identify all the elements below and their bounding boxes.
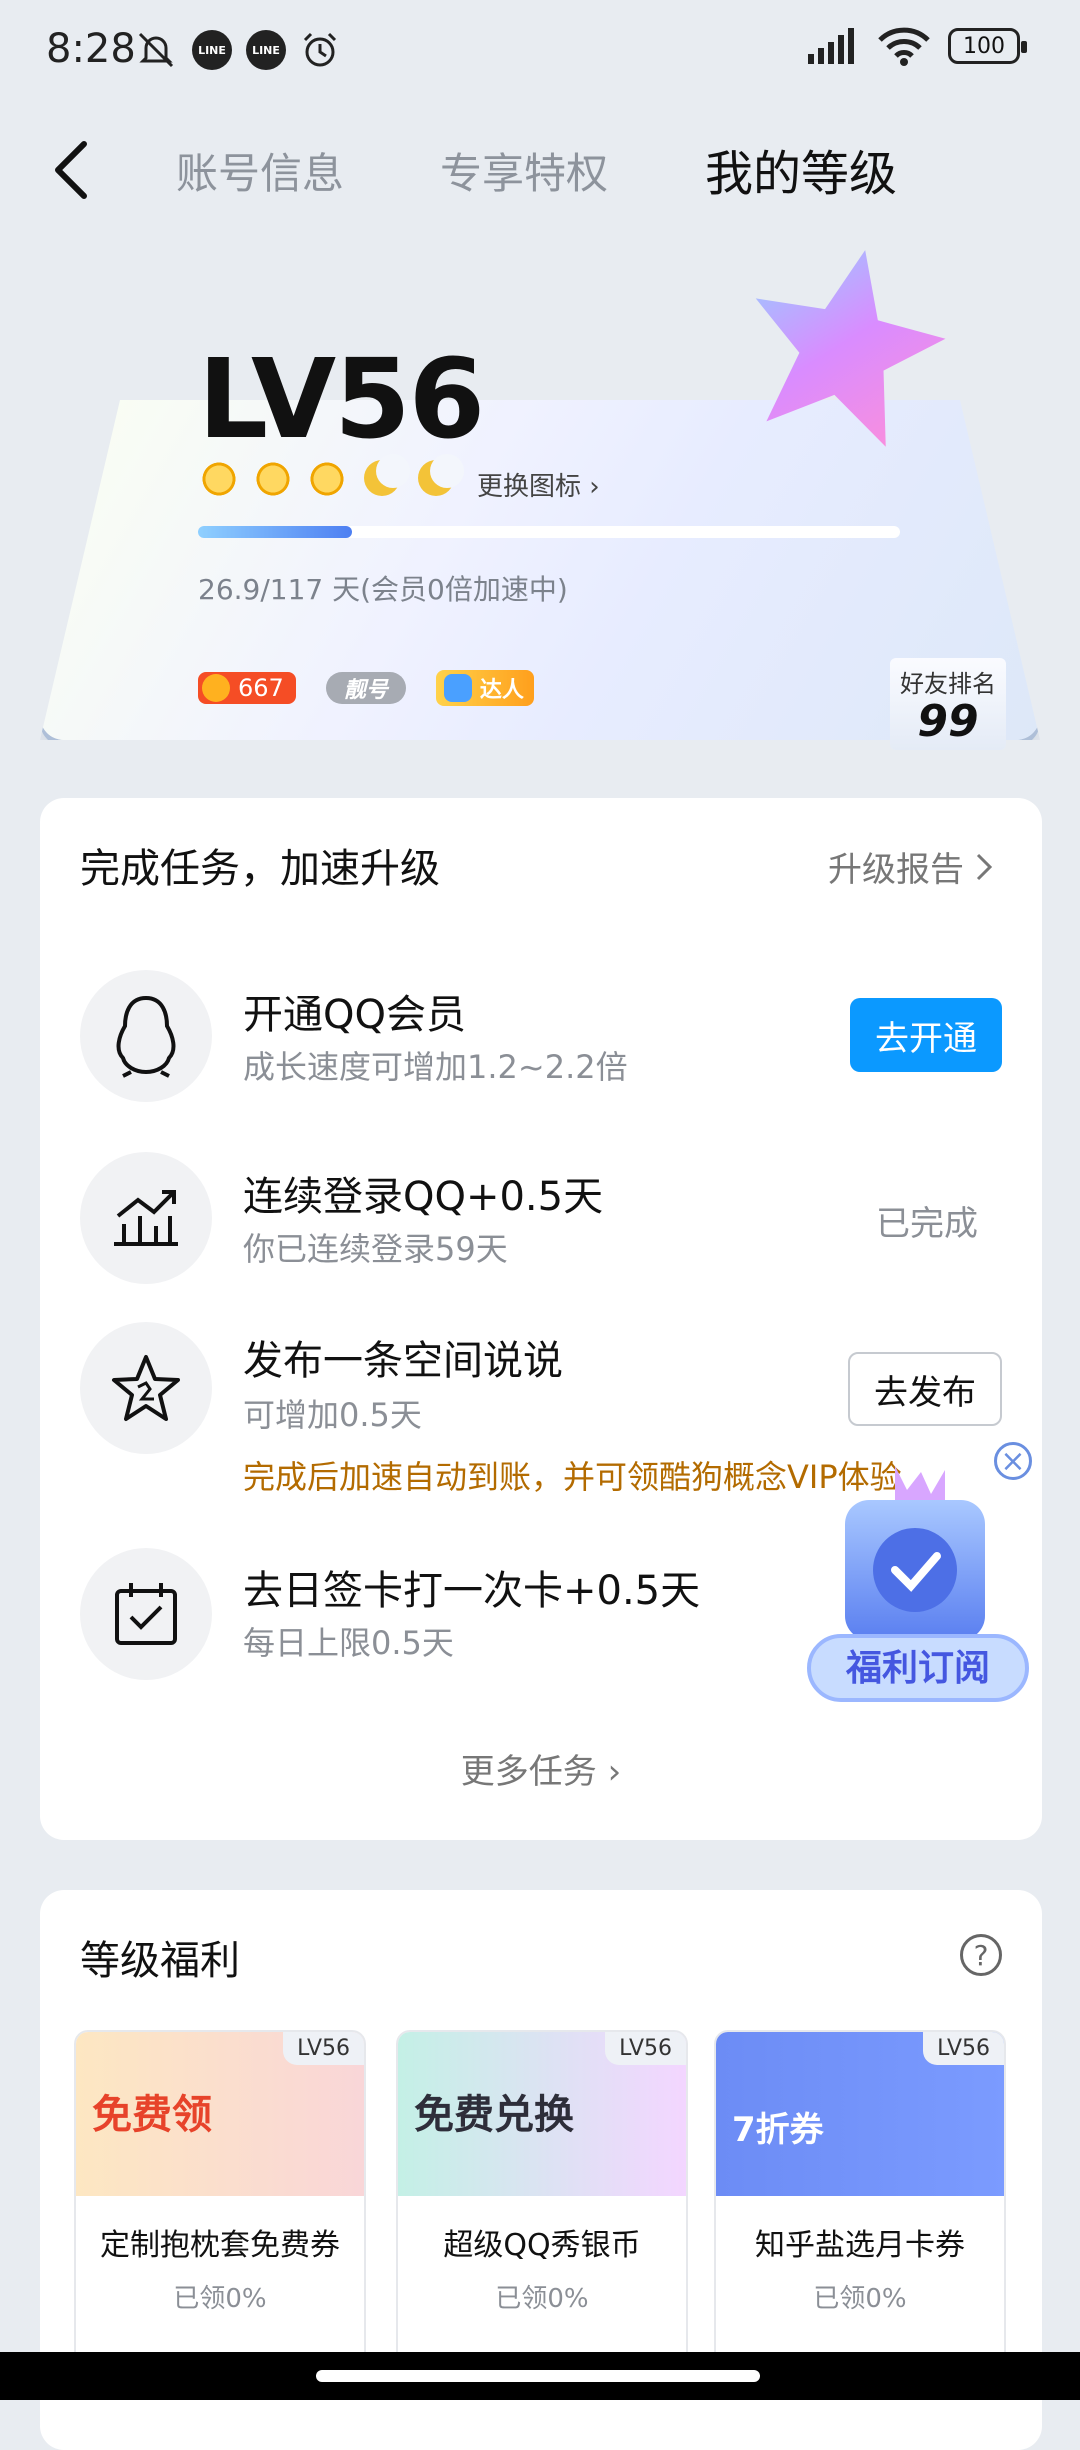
task-subtitle: 可增加0.5天	[243, 1396, 422, 1434]
penguin-icon	[80, 970, 212, 1102]
level-icons	[198, 454, 464, 500]
upgrade-report-label: 升级报告	[828, 850, 964, 890]
coin-badge[interactable]: 667	[198, 672, 296, 704]
level-progress-bar	[198, 526, 900, 538]
level-days-text: 26.9/117 天(会员0倍加速中)	[198, 573, 568, 606]
benefit-image: LV56 7折券	[716, 2032, 1004, 2196]
benefit-image: LV56 免费领	[76, 2032, 364, 2196]
benefit-name: 定制抱枕套免费券	[100, 2228, 340, 2263]
tasks-title: 完成任务，加速升级	[80, 846, 440, 892]
task-title: 去日签卡打一次卡+0.5天	[243, 1568, 701, 1614]
promo-label: 福利订阅	[845, 1648, 990, 1689]
change-icon-link[interactable]: 更换图标 ›	[477, 466, 600, 503]
line-icon: LINE	[192, 30, 232, 70]
publish-post-button[interactable]: 去发布	[848, 1352, 1002, 1426]
level-tag: LV56	[283, 2032, 364, 2065]
signal-icon	[808, 28, 854, 64]
sun-icon	[198, 458, 240, 500]
tab-exclusive-privileges[interactable]: 专享特权	[440, 140, 608, 201]
sun-icon	[306, 458, 348, 500]
sun-icon	[252, 458, 294, 500]
task-title: 发布一条空间说说	[243, 1338, 563, 1384]
friend-rank[interactable]: 好友排名 99	[890, 658, 1006, 750]
benefit-name: 知乎盐选月卡券	[755, 2228, 965, 2263]
notification-icons: LINE LINE	[134, 28, 340, 72]
benefit-claimed: 已领0%	[495, 2284, 589, 2314]
help-icon[interactable]: ?	[960, 1934, 1002, 1976]
subscription-box-icon: 福利订阅	[807, 1466, 1029, 1702]
change-icon-label: 更换图标	[477, 472, 582, 502]
moon-icon	[414, 454, 464, 500]
tab-account-info[interactable]: 账号信息	[176, 140, 344, 201]
benefit-image-text: 免费领	[92, 2092, 212, 2138]
home-indicator[interactable]	[316, 2370, 760, 2382]
talent-badge[interactable]: 达人	[435, 670, 534, 706]
star-icon	[80, 1322, 212, 1454]
level-title: LV56	[198, 335, 485, 463]
task-completed-status: 已完成	[876, 1204, 978, 1244]
benefit-claimed: 已领0%	[813, 2284, 907, 2314]
system-icons: 100	[806, 26, 1027, 66]
back-arrow-icon[interactable]	[44, 138, 104, 202]
upgrade-report-link[interactable]: 升级报告	[828, 842, 994, 891]
task-title: 连续登录QQ+0.5天	[243, 1174, 604, 1220]
level-tag: LV56	[923, 2032, 1004, 2065]
top-navigation: 账号信息 专享特权 我的等级	[0, 120, 1080, 220]
moon-icon	[360, 454, 410, 500]
benefit-name: 超级QQ秀银币	[443, 2228, 641, 2263]
benefits-title: 等级福利	[80, 1938, 240, 1984]
status-bar: 8:28 LINE LINE 100	[0, 0, 1080, 100]
benefit-item[interactable]: LV56 免费领 定制抱枕套免费券 已领0%	[74, 2030, 366, 2374]
line-icon: LINE	[246, 30, 286, 70]
subscription-promo-float[interactable]: 福利订阅	[805, 1440, 1031, 1720]
battery-level: 100	[963, 33, 1005, 59]
benefit-image: LV56 免费兑换	[398, 2032, 686, 2196]
task-subtitle: 你已连续登录59天	[243, 1230, 508, 1268]
chevron-right-icon	[976, 853, 993, 880]
close-icon[interactable]: ×	[994, 1442, 1032, 1480]
task-title: 开通QQ会员	[243, 992, 466, 1038]
task-subtitle: 每日上限0.5天	[243, 1624, 454, 1662]
growth-chart-icon	[80, 1152, 212, 1284]
calendar-check-icon	[80, 1548, 212, 1680]
level-tag: LV56	[605, 2032, 686, 2065]
benefit-image-text: 免费兑换	[414, 2092, 574, 2138]
chevron-right-icon: ›	[589, 472, 600, 502]
mute-bell-icon	[138, 32, 174, 68]
chevron-right-icon: ›	[607, 1752, 622, 1792]
star-decoration-icon	[755, 250, 946, 447]
activate-vip-button[interactable]: 去开通	[850, 998, 1002, 1072]
level-progress-fill	[198, 526, 353, 538]
benefit-claimed: 已领0%	[173, 2284, 267, 2314]
status-time: 8:28	[46, 26, 136, 72]
pretty-number-badge[interactable]: 靓号	[325, 672, 406, 704]
alarm-icon	[303, 32, 337, 67]
rank-label: 好友排名	[900, 670, 996, 698]
task-subtitle: 成长速度可增加1.2~2.2倍	[243, 1048, 628, 1086]
battery-icon: 100	[948, 28, 1027, 64]
tab-my-level[interactable]: 我的等级	[705, 134, 897, 204]
rank-value: 99	[917, 696, 979, 747]
benefit-item[interactable]: LV56 免费兑换 超级QQ秀银币 已领0%	[396, 2030, 688, 2374]
more-tasks-label: 更多任务	[460, 1752, 597, 1792]
benefit-image-text: 7折券	[732, 2110, 824, 2150]
benefit-item[interactable]: LV56 7折券 知乎盐选月卡券 已领0%	[714, 2030, 1006, 2374]
wifi-icon	[878, 27, 930, 66]
task-reward-note: 完成后加速自动到账，并可领酷狗概念VIP体验	[243, 1458, 902, 1496]
coin-count: 667	[238, 674, 284, 702]
badge-row: 667 靓号 达人	[198, 670, 534, 706]
more-tasks-link[interactable]: 更多任务 ›	[40, 1744, 1042, 1793]
